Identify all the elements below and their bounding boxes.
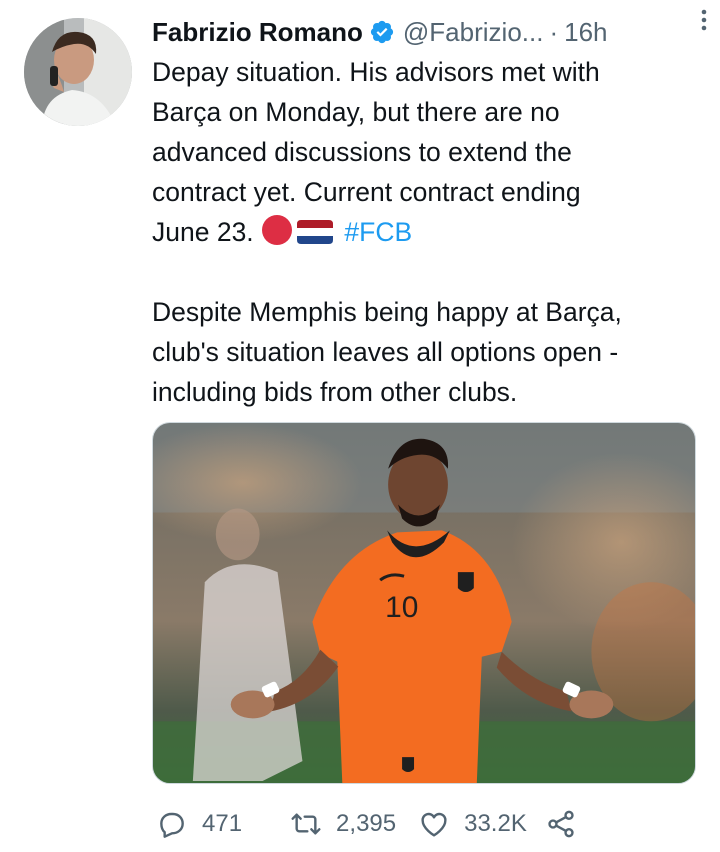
tweet-line: contract yet. Current contract ending — [152, 177, 581, 207]
paragraph-break — [152, 252, 702, 292]
reply-count: 471 — [202, 810, 243, 837]
reply-button[interactable]: 471 — [156, 808, 242, 840]
tweet[interactable]: Fabrizio Romano @Fabrizio... · 16h Depay… — [0, 0, 720, 852]
avatar[interactable] — [24, 18, 132, 126]
separator-dot: · — [549, 17, 559, 47]
retweet-button[interactable]: 2,395 — [290, 808, 396, 840]
netherlands-flag-icon — [297, 220, 334, 244]
heart-icon — [421, 812, 447, 837]
handle[interactable]: @Fabrizio... — [403, 14, 544, 50]
reply-icon — [160, 812, 184, 838]
like-count: 33.2K — [464, 810, 527, 837]
share-button[interactable] — [545, 808, 577, 840]
verified-badge-icon — [370, 20, 394, 44]
like-button[interactable]: 33.2K — [418, 808, 527, 840]
tweet-line: including bids from other clubs. — [152, 377, 518, 407]
tweet-media[interactable]: 10 — [152, 422, 696, 784]
tweet-line: club's situation leaves all options open… — [152, 337, 619, 367]
retweet-count: 2,395 — [336, 810, 397, 837]
tweet-header: Fabrizio Romano @Fabrizio... · 16h — [152, 14, 692, 50]
tweet-line: Depay situation. His advisors met with — [152, 57, 600, 87]
tweet-text: Depay situation. His advisors met with B… — [152, 52, 702, 412]
share-icon — [548, 810, 574, 838]
avatar-image — [24, 18, 132, 126]
more-icon[interactable] — [694, 8, 714, 32]
jersey-number: 10 — [385, 591, 418, 624]
hashtag-link[interactable]: #FCB — [344, 217, 412, 247]
timestamp[interactable]: 16h — [564, 14, 607, 50]
tweet-line: June 23. — [152, 217, 254, 247]
display-name[interactable]: Fabrizio Romano — [152, 14, 363, 50]
tweet-line-with-hashtag: June 23. #FCB — [152, 212, 702, 252]
red-circle-emoji-icon — [262, 215, 293, 245]
tweet-line: Barça on Monday, but there are no — [152, 97, 560, 127]
tweet-line: Despite Memphis being happy at Barça, — [152, 297, 622, 327]
player-photo: 10 — [153, 423, 695, 783]
retweet-icon — [291, 813, 321, 835]
tweet-line: advanced discussions to extend the — [152, 137, 572, 167]
tweet-actions: 471 2,395 33.2K — [152, 806, 577, 842]
